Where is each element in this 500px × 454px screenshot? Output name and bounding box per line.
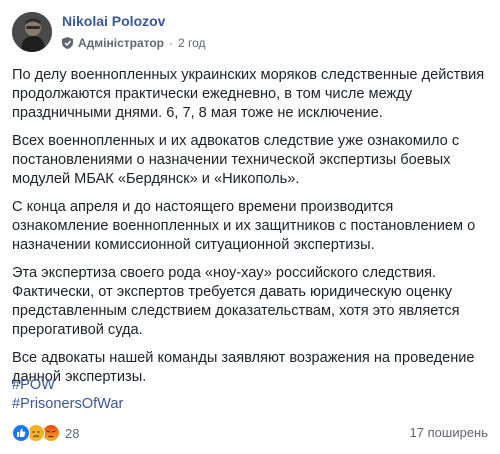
post-paragraph: Эта экспертиза своего рода «ноу-хау» рос… (12, 265, 460, 338)
reactions-summary[interactable]: 28 (12, 424, 79, 442)
hashtag-list: #POW #PrisonersOfWar (12, 376, 123, 414)
hashtag-prisoners-of-war[interactable]: #PrisonersOfWar (12, 395, 123, 414)
avatar-photo-icon (12, 12, 52, 52)
post-body: По делу военнопленных украинских моряков… (12, 66, 488, 396)
post-timestamp[interactable]: 2 год (178, 36, 206, 50)
admin-badge-icon (62, 37, 73, 49)
post-paragraph: С конца апреля и до настоящего времени п… (12, 199, 476, 253)
post-card: Nikolai Polozov Адміністратор · 2 год По… (0, 0, 500, 454)
post-paragraph: Всех военнопленных и их адвокатов следст… (12, 133, 460, 187)
like-icon (12, 424, 30, 442)
hashtag-pow[interactable]: #POW (12, 376, 123, 395)
author-avatar[interactable] (12, 12, 52, 52)
share-count[interactable]: 17 поширень (410, 425, 488, 440)
meta-separator: · (169, 36, 174, 50)
author-name[interactable]: Nikolai Polozov (62, 13, 165, 29)
author-role[interactable]: Адміністратор (78, 36, 164, 50)
post-paragraph: По делу военнопленных украинских моряков… (12, 67, 485, 121)
post-meta: Адміністратор · 2 год (62, 35, 206, 51)
reaction-count: 28 (65, 425, 80, 441)
